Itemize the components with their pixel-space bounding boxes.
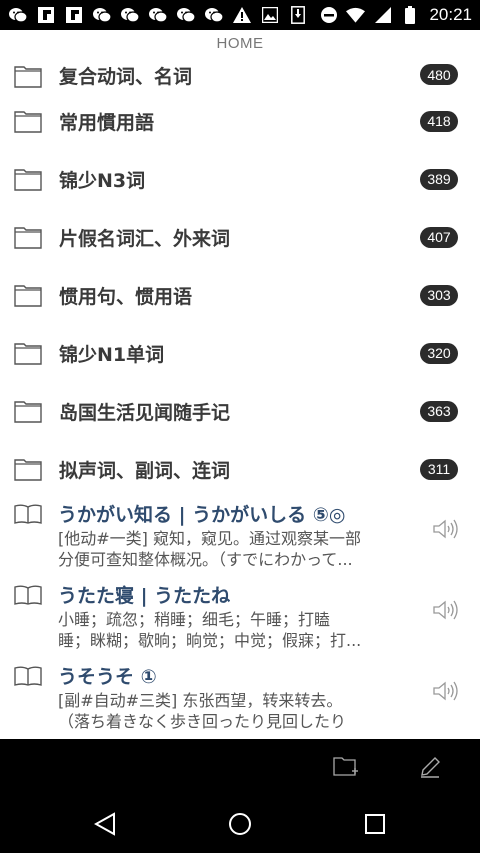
flipboard-icon xyxy=(36,6,55,25)
folder-icon xyxy=(14,66,42,88)
word-item[interactable]: うたた寝 | うたたね 小睡；疏忽；稍睡；细毛；午睡；打瞌 睡；眯糊；歇晌；晌觉… xyxy=(0,579,480,660)
folder-item[interactable]: 锦少N3词 389 xyxy=(0,150,480,208)
count-badge: 407 xyxy=(420,226,458,248)
word-definition: [副#自动#三类] 东张西望，转来转去。 （落ち着きなく歩き回ったり見回したり xyxy=(58,690,410,732)
book-icon xyxy=(14,585,42,605)
system-icons: 20:21 xyxy=(319,5,472,25)
word-headword: うそうそ ① xyxy=(58,666,157,688)
book-icon xyxy=(14,504,42,524)
status-bar: 20:21 xyxy=(0,0,480,30)
home-circle-icon xyxy=(229,813,251,835)
back-triangle-icon xyxy=(94,812,115,836)
speaker-icon[interactable] xyxy=(432,599,458,621)
new-folder-icon xyxy=(333,757,358,776)
book-icon xyxy=(14,666,42,686)
navigation-bar xyxy=(0,795,480,853)
folder-icon xyxy=(14,169,42,191)
folder-label: 惯用句、惯用语 xyxy=(59,285,193,308)
folder-label: 片假名词汇、外来词 xyxy=(59,227,231,250)
app-header: HOME xyxy=(0,30,480,56)
word-item[interactable]: うかがい知る | うかがいしる ⑤◎ [他动#一类] 窥知，窥见。通过观察某一部… xyxy=(0,498,480,579)
count-badge: 480 xyxy=(420,64,458,85)
folder-item[interactable]: 岛国生活见闻随手记 363 xyxy=(0,382,480,440)
folder-icon xyxy=(14,227,42,249)
speaker-icon[interactable] xyxy=(432,518,458,540)
count-badge: 311 xyxy=(420,458,458,480)
speaker-icon[interactable] xyxy=(432,680,458,702)
folder-label: 拟声词、副词、连词 xyxy=(59,459,231,482)
definition-line: 小睡；疏忽；稍睡；细毛；午睡；打瞌 xyxy=(58,610,331,629)
count-badge: 389 xyxy=(420,168,458,190)
do-not-disturb-icon xyxy=(319,6,338,25)
folder-label: 常用慣用語 xyxy=(59,111,155,134)
word-item[interactable]: うそうそ ① [副#自动#三类] 东张西望，转来转去。 （落ち着きなく歩き回った… xyxy=(0,660,480,739)
folder-item[interactable]: 惯用句、惯用语 303 xyxy=(0,266,480,324)
word-definition: [他动#一类] 窥知，窥见。通过观察某一部 分便可查知整体概况。（すでにわかって… xyxy=(58,528,410,570)
warning-icon xyxy=(232,6,251,25)
folder-item[interactable]: 常用慣用語 418 xyxy=(0,92,480,150)
notification-icons xyxy=(8,6,307,25)
folder-item[interactable]: 片假名词汇、外来词 407 xyxy=(0,208,480,266)
download-icon xyxy=(288,6,307,25)
definition-line: [副#自动#三类] 东张西望，转来转去。 xyxy=(58,691,343,710)
bottom-toolbar xyxy=(0,739,480,795)
folder-item[interactable]: 复合动词、名词 480 xyxy=(0,56,480,92)
folder-item[interactable]: 锦少N1单词 320 xyxy=(0,324,480,382)
clock-time: 20:21 xyxy=(429,5,472,24)
recents-square-icon xyxy=(365,814,385,834)
count-badge: 320 xyxy=(420,342,458,364)
wifi-icon xyxy=(346,6,366,25)
home-button[interactable] xyxy=(227,811,253,837)
wechat-icon xyxy=(204,6,223,25)
new-folder-button[interactable] xyxy=(332,753,360,781)
folder-icon xyxy=(14,459,42,481)
folder-icon xyxy=(14,285,42,307)
edit-button[interactable] xyxy=(416,753,444,781)
definition-line: （落ち着きなく歩き回ったり見回したり xyxy=(58,712,347,731)
folder-icon xyxy=(14,111,42,133)
image-icon xyxy=(260,6,279,25)
definition-line: 分便可查知整体概况。（すでにわかって... xyxy=(58,550,353,569)
folder-icon xyxy=(14,401,42,423)
pencil-icon xyxy=(421,757,440,778)
content-list[interactable]: 复合动词、名词 480 常用慣用語 418 锦少N3词 389 片假名词汇、外来… xyxy=(0,56,480,739)
definition-line: [他动#一类] 窥知，窥见。通过观察某一部 xyxy=(58,529,361,548)
back-button[interactable] xyxy=(92,811,118,837)
flipboard-icon xyxy=(64,6,83,25)
page-title: HOME xyxy=(216,34,264,52)
word-definition: 小睡；疏忽；稍睡；细毛；午睡；打瞌 睡；眯糊；歇晌；晌觉；中觉；假寐；打... xyxy=(58,609,410,651)
folder-label: 锦少N3词 xyxy=(59,169,146,192)
folder-label: 岛国生活见闻随手记 xyxy=(59,401,231,424)
wechat-icon xyxy=(8,6,27,25)
wechat-icon xyxy=(92,6,111,25)
count-badge: 303 xyxy=(420,284,458,306)
folder-icon xyxy=(14,343,42,365)
word-headword: うたた寝 | うたたね xyxy=(58,585,231,607)
word-headword: うかがい知る | うかがいしる ⑤◎ xyxy=(58,504,346,526)
wechat-icon xyxy=(148,6,167,25)
recents-button[interactable] xyxy=(362,811,388,837)
count-badge: 363 xyxy=(420,400,458,422)
count-badge: 418 xyxy=(420,110,458,132)
wechat-icon xyxy=(176,6,195,25)
definition-line: 睡；眯糊；歇晌；晌觉；中觉；假寐；打... xyxy=(58,631,362,650)
folder-label: 复合动词、名词 xyxy=(59,66,193,88)
folder-item[interactable]: 拟声词、副词、连词 311 xyxy=(0,440,480,498)
folder-label: 锦少N1单词 xyxy=(59,343,165,366)
wechat-icon xyxy=(120,6,139,25)
signal-icon xyxy=(373,6,392,25)
battery-icon xyxy=(400,6,419,25)
